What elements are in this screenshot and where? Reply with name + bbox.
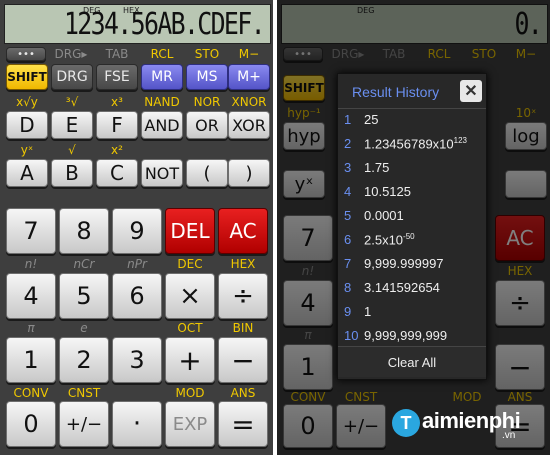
pi-label: π — [27, 321, 35, 335]
mod-label: MOD — [175, 386, 205, 400]
history-item[interactable]: 2 1.23456789x10123 — [338, 132, 486, 156]
xnor-label: XNOR — [231, 95, 267, 109]
conv-label: CONV — [13, 386, 49, 400]
history-item[interactable]: 5 0.0001 — [338, 204, 486, 228]
history-item[interactable]: 10 9,999,999,999 — [338, 324, 486, 348]
not-button[interactable]: NOT — [141, 159, 183, 187]
result-history-dialog: Result History ✕ 1 25 2 1.23456789x10123 3… — [337, 73, 487, 380]
ncr-label: nCr — [73, 257, 95, 271]
or-button[interactable]: OR — [186, 111, 228, 139]
nor-label: NOR — [193, 95, 221, 109]
lcd-display: DEG HEX 1234.56AB.CDEF. — [4, 4, 271, 44]
m-plus-button[interactable]: M+ — [228, 64, 270, 90]
history-item[interactable]: 91 — [338, 300, 486, 324]
d-button[interactable]: D — [6, 111, 48, 139]
tab-label: TAB — [105, 47, 129, 61]
sqrt-label: √ — [68, 143, 76, 157]
euler-label: e — [80, 321, 88, 335]
watermark-logo: T aimienphi .vn — [392, 405, 542, 445]
one-button[interactable]: 1 — [6, 337, 56, 383]
history-item[interactable]: 4 10.5125 — [338, 180, 486, 204]
seven-button[interactable]: 7 — [6, 208, 56, 254]
sto-label: STO — [194, 47, 220, 61]
oct-label: OCT — [177, 321, 203, 335]
calculator-screen-right: DEG 0. ••• DRG▸ TAB RCL STO M− SHIFT hyp… — [277, 0, 550, 455]
history-item[interactable]: 7 9,999.999997 — [338, 252, 486, 276]
cube-root-label: ³√ — [65, 95, 79, 109]
calculator-screen-left: DEG HEX 1234.56AB.CDEF. ••• DRG▸ TAB RCL… — [0, 0, 273, 455]
shift-button[interactable]: SHIFT — [6, 64, 48, 90]
equals-button[interactable]: = — [218, 401, 268, 447]
factorial-label: n! — [24, 257, 38, 271]
clear-all-button[interactable]: Clear All — [338, 347, 486, 377]
x-squared-label: x² — [111, 143, 123, 157]
history-item[interactable]: 8 3.141592654 — [338, 276, 486, 300]
watermark-suffix: .vn — [502, 430, 516, 441]
xor-button[interactable]: XOR — [228, 111, 270, 139]
rcl-label: RCL — [150, 47, 174, 61]
ms-button[interactable]: MS — [186, 64, 228, 90]
nand-label: NAND — [144, 95, 180, 109]
multiply-button[interactable]: × — [165, 273, 215, 319]
left-paren-button[interactable]: ( — [186, 159, 228, 187]
right-paren-button[interactable]: ) — [228, 159, 270, 187]
divide-button[interactable]: ÷ — [218, 273, 268, 319]
e-button[interactable]: E — [51, 111, 93, 139]
bin-label: BIN — [232, 321, 254, 335]
nine-button[interactable]: 9 — [112, 208, 162, 254]
x-root-y-label: x√y — [16, 95, 38, 109]
ac-button[interactable]: AC — [218, 208, 268, 254]
six-button[interactable]: 6 — [112, 273, 162, 319]
minus-button[interactable]: − — [218, 337, 268, 383]
five-button[interactable]: 5 — [59, 273, 109, 319]
cnst-label: CNST — [67, 386, 101, 400]
history-item[interactable]: 1 25 — [338, 108, 486, 132]
m-minus-label: M− — [238, 47, 260, 61]
zero-button[interactable]: 0 — [6, 401, 56, 447]
watermark-mark: T — [392, 409, 420, 437]
mr-button[interactable]: MR — [141, 64, 183, 90]
f-button[interactable]: F — [96, 111, 138, 139]
decimal-point-button[interactable]: · — [112, 401, 162, 447]
y-pow-x-label: yˣ — [20, 143, 34, 157]
exp-button[interactable]: EXP — [165, 401, 215, 447]
npr-label: nPr — [127, 257, 147, 271]
eight-button[interactable]: 8 — [59, 208, 109, 254]
a-button[interactable]: A — [6, 159, 48, 187]
hex-label: HEX — [230, 257, 256, 271]
history-item[interactable]: 6 2.5x10-50 — [338, 228, 486, 252]
sign-toggle-button[interactable]: +/− — [59, 401, 109, 447]
and-button[interactable]: AND — [141, 111, 183, 139]
plus-button[interactable]: + — [165, 337, 215, 383]
three-button[interactable]: 3 — [112, 337, 162, 383]
two-button[interactable]: 2 — [59, 337, 109, 383]
drg-button[interactable]: DRG — [51, 64, 93, 90]
c-button[interactable]: C — [96, 159, 138, 187]
del-button[interactable]: DEL — [165, 208, 215, 254]
history-item[interactable]: 3 1.75 — [338, 156, 486, 180]
display-value: 1234.56AB.CDEF. — [64, 7, 266, 42]
dialog-title: Result History — [352, 84, 440, 100]
b-button[interactable]: B — [51, 159, 93, 187]
four-button[interactable]: 4 — [6, 273, 56, 319]
ans-label: ANS — [230, 386, 256, 400]
x-cubed-label: x³ — [111, 95, 123, 109]
dec-label: DEC — [177, 257, 203, 271]
close-icon[interactable]: ✕ — [460, 80, 482, 102]
drg-convert-label: DRG▸ — [54, 47, 88, 61]
menu-button[interactable]: ••• — [6, 47, 46, 61]
fse-button[interactable]: FSE — [96, 64, 138, 90]
